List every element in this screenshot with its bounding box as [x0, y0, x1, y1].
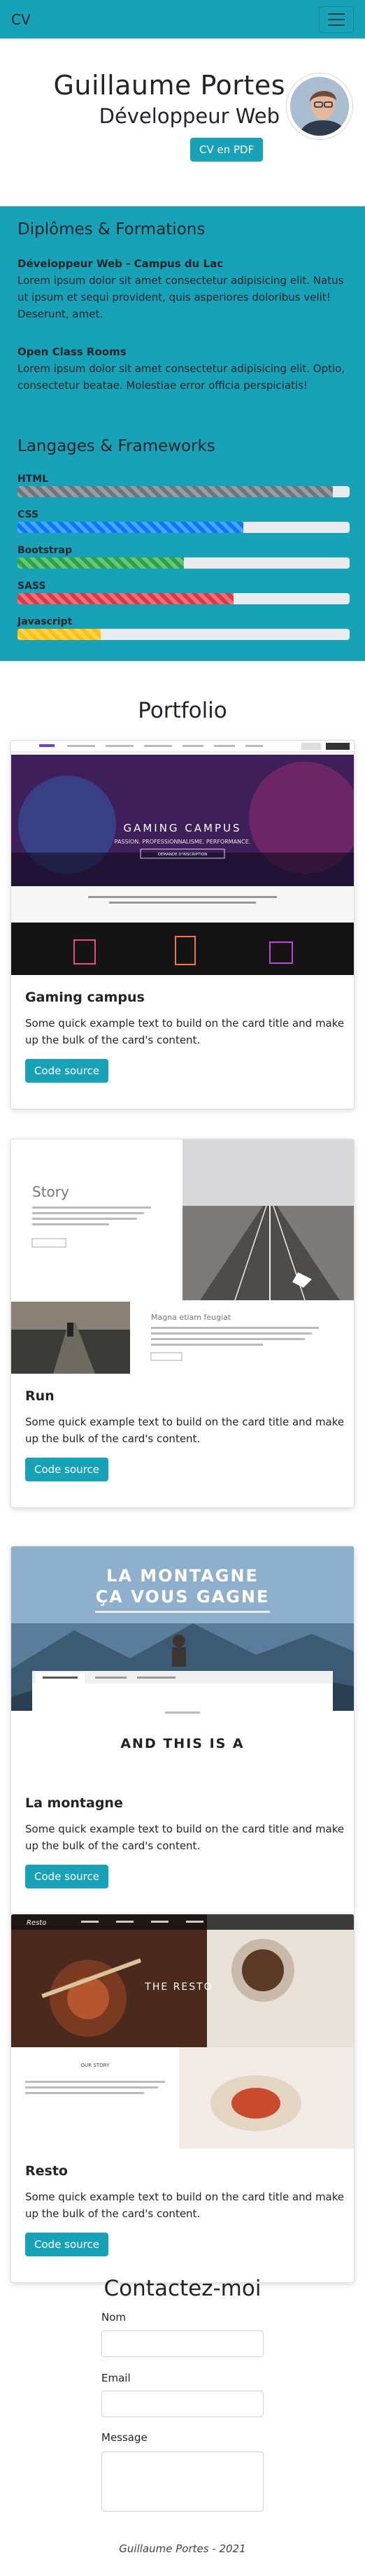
- card-title: La montagne: [25, 1795, 123, 1811]
- cv-pdf-button[interactable]: CV en PDF: [190, 138, 264, 162]
- skill-label: SASS: [17, 581, 46, 592]
- progress-bar: [17, 522, 350, 533]
- progress-fill: [17, 629, 101, 640]
- run-subhead: Magna etiam feugiat: [151, 1313, 231, 1322]
- skill-bootstrap: Bootstrap: [17, 543, 350, 569]
- card-text: Some quick example text to build on the …: [25, 1823, 345, 1852]
- gaming-cta: DEMANDE D'INSCRIPTION: [158, 853, 208, 857]
- code-source-button[interactable]: Code source: [25, 2233, 108, 2256]
- gaming-tagline: PASSION. PROFESSIONNALISME. PERFORMANCE.: [115, 839, 251, 845]
- message-label: Message: [101, 2431, 148, 2444]
- progress-bar: [17, 593, 350, 604]
- skill-label: CSS: [17, 509, 39, 520]
- project-screenshot: GAMING CAMPUS PASSION. PROFESSIONNALISME…: [11, 741, 354, 975]
- progress-fill: [17, 593, 234, 604]
- education-heading: Développeur Web - Campus du Lac: [17, 257, 224, 270]
- code-source-button[interactable]: Code source: [25, 1059, 108, 1083]
- resto-headline: THE RESTO: [144, 1981, 213, 1993]
- progress-fill: [17, 557, 184, 569]
- portfolio-card: LA MONTAGNE ÇA VOUS GAGNE AND THIS IS A …: [10, 1546, 355, 1915]
- education-text: Lorem ipsum dolor sit amet consectetur a…: [17, 362, 345, 392]
- email-field[interactable]: [101, 2391, 264, 2417]
- skill-css: CSS: [17, 508, 350, 533]
- project-screenshot: Resto THE RESTO OUR STORY: [11, 1914, 354, 2149]
- name-label: Nom: [101, 2311, 127, 2324]
- education-title: Diplômes & Formations: [17, 220, 206, 239]
- avatar: [287, 73, 352, 139]
- card-title: Gaming campus: [25, 990, 145, 1005]
- education-item: Développeur Web - Campus du Lac Lorem ip…: [17, 255, 350, 322]
- languages-title: Langages & Frameworks: [17, 437, 215, 455]
- portfolio-card: Resto THE RESTO OUR STORY Resto Some qui…: [10, 1914, 355, 2283]
- hero-section: Guillaume Portes Développeur Web CV en P…: [0, 38, 365, 189]
- progress-bar: [17, 557, 350, 569]
- project-screenshot: Story Magna etiam feugiat: [11, 1139, 354, 1374]
- education-text: Lorem ipsum dolor sit amet consectetur a…: [17, 274, 344, 320]
- card-title: Run: [25, 1388, 55, 1404]
- education-heading: Open Class Rooms: [17, 346, 127, 358]
- mountain-headline-2: ÇA VOUS GAGNE: [96, 1587, 270, 1607]
- education-item: Open Class Rooms Lorem ipsum dolor sit a…: [17, 343, 350, 394]
- message-textarea[interactable]: [101, 2452, 264, 2512]
- navbar: CV: [0, 0, 365, 38]
- hero-role: Développeur Web: [99, 104, 280, 128]
- skills-section: Diplômes & Formations Développeur Web - …: [0, 206, 365, 661]
- skill-html: HTML: [17, 472, 350, 497]
- skill-label: Bootstrap: [17, 545, 72, 556]
- portfolio-title: Portfolio: [138, 698, 227, 723]
- gaming-headline: GAMING CAMPUS: [123, 822, 241, 834]
- progress-fill: [17, 486, 334, 497]
- mountain-strap: AND THIS IS A: [120, 1736, 244, 1751]
- card-text: Some quick example text to build on the …: [25, 1416, 345, 1445]
- name-field[interactable]: [101, 2331, 264, 2357]
- progress-fill: [17, 522, 243, 533]
- code-source-button[interactable]: Code source: [25, 1865, 108, 1888]
- progress-bar: [17, 629, 350, 640]
- progress-bar: [17, 486, 350, 497]
- card-title: Resto: [25, 2163, 68, 2179]
- skill-javascript: Javascript: [17, 615, 350, 640]
- hamburger-icon[interactable]: [319, 6, 354, 33]
- card-text: Some quick example text to build on the …: [25, 1017, 345, 1046]
- portfolio-card: GAMING CAMPUS PASSION. PROFESSIONNALISME…: [10, 740, 355, 1109]
- footer-text: Guillaume Portes - 2021: [119, 2542, 246, 2555]
- project-screenshot: LA MONTAGNE ÇA VOUS GAGNE AND THIS IS A: [11, 1546, 354, 1781]
- skill-label: HTML: [17, 474, 49, 485]
- mountain-headline-1: LA MONTAGNE: [106, 1566, 259, 1586]
- run-story-heading: Story: [32, 1183, 69, 1200]
- code-source-button[interactable]: Code source: [25, 1458, 108, 1481]
- resto-brand: Resto: [27, 1919, 46, 1927]
- card-text: Some quick example text to build on the …: [25, 2191, 345, 2220]
- resto-story: OUR STORY: [81, 2063, 110, 2068]
- skill-sass: SASS: [17, 579, 350, 604]
- navbar-brand[interactable]: CV: [11, 11, 31, 28]
- hero-name: Guillaume Portes: [53, 70, 285, 101]
- email-label: Email: [101, 2372, 131, 2384]
- skill-label: Javascript: [17, 616, 73, 627]
- portfolio-card: Story Magna etiam feugiat Run Some quick…: [10, 1139, 355, 1508]
- contact-title: Contactez-moi: [103, 2276, 262, 2301]
